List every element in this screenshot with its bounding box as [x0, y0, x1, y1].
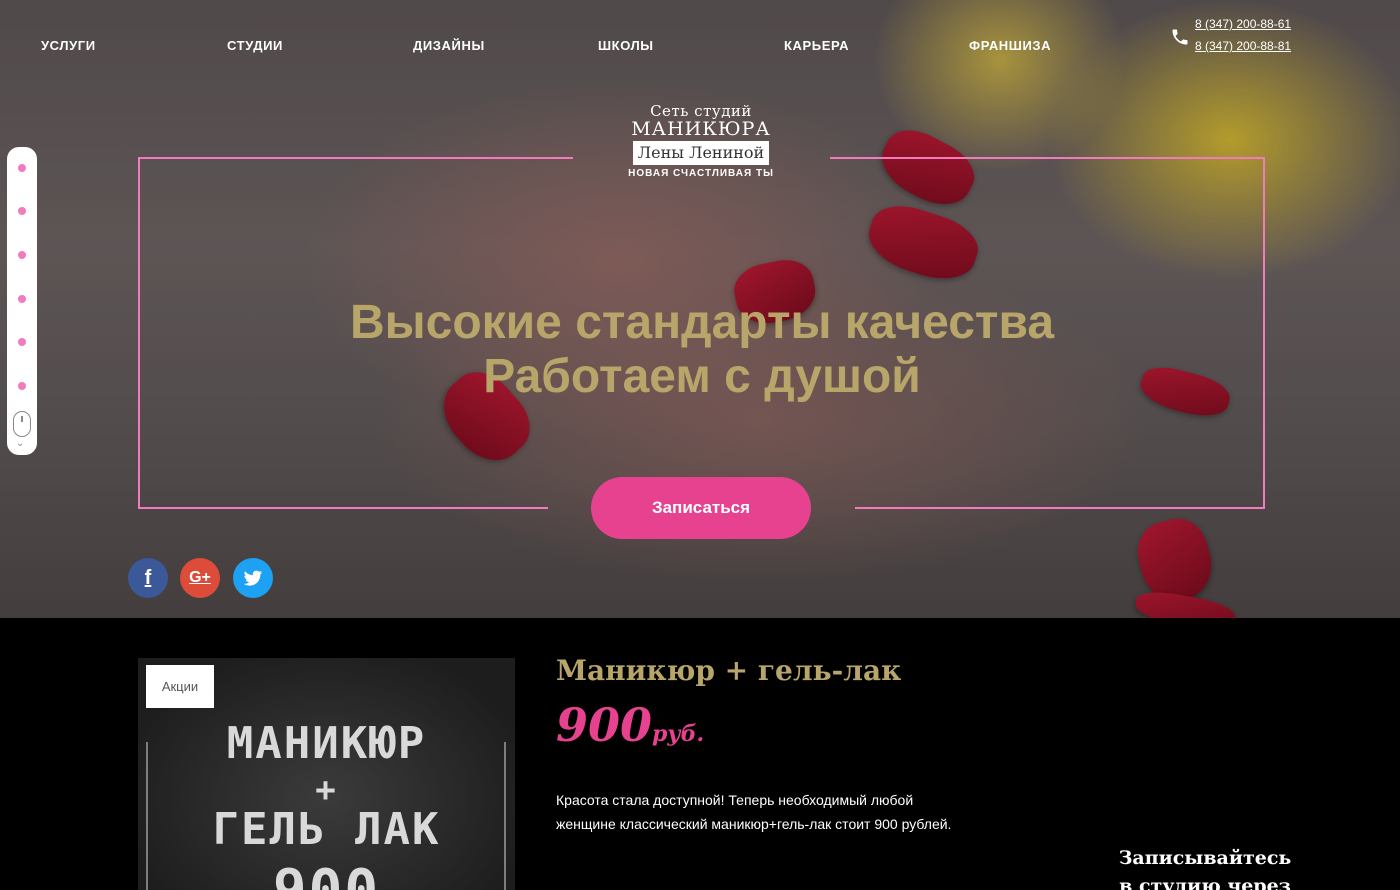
hero-headline-line2: Работаем с душой: [483, 350, 921, 403]
main-nav: УСЛУГИ СТУДИИ ДИЗАЙНЫ ШКОЛЫ КАРЬЕРА ФРАН…: [0, 38, 1100, 62]
section-scroll-nav: ⌄: [7, 147, 37, 455]
logo-line2: МАНИКЮРА: [631, 118, 771, 140]
section-dot-2[interactable]: [18, 207, 26, 215]
side-cta: Записывайтесь в студию через: [1100, 844, 1310, 890]
twitter-icon[interactable]: [233, 558, 273, 598]
promo-price: 900руб.: [556, 698, 704, 752]
google-plus-icon[interactable]: G+: [180, 558, 220, 598]
nav-item-studios[interactable]: СТУДИИ: [227, 38, 283, 53]
logo-line1: Сеть студий: [650, 102, 752, 120]
nav-item-franchise[interactable]: ФРАНШИЗА: [969, 38, 1051, 53]
section-dot-5[interactable]: [18, 338, 26, 346]
logo[interactable]: Сеть студий МАНИКЮРА Лены Лениной НОВАЯ …: [572, 103, 830, 179]
nav-item-designs[interactable]: ДИЗАЙНЫ: [413, 38, 485, 53]
promo-image-text-1: МАНИКЮР: [226, 718, 427, 769]
section-dot-3[interactable]: [18, 251, 26, 259]
promo-title: Маникюр + гель-лак: [556, 654, 902, 687]
hero-headline-line1: Высокие стандарты качества: [349, 296, 1055, 349]
frame-bottom-right: [855, 507, 1265, 509]
frame-bottom-left: [138, 507, 548, 509]
hero-headline: Высокие стандарты качества Работаем с ду…: [140, 296, 1264, 404]
logo-line3: Лены Лениной: [632, 141, 770, 165]
book-button[interactable]: Записаться: [591, 477, 811, 539]
frame-top-left: [138, 157, 573, 159]
promo-image-text-4: 900: [138, 858, 515, 890]
side-cta-line1: Записывайтесь: [1118, 847, 1292, 869]
price-value: 900: [556, 698, 653, 752]
promo-description: Красота стала доступной! Теперь необходи…: [556, 792, 952, 832]
nav-item-career[interactable]: КАРЬЕРА: [784, 38, 849, 53]
hero-section: УСЛУГИ СТУДИИ ДИЗАЙНЫ ШКОЛЫ КАРЬЕРА ФРАН…: [0, 0, 1400, 618]
nav-item-services[interactable]: УСЛУГИ: [41, 38, 96, 53]
section-dot-4[interactable]: [18, 295, 26, 303]
facebook-icon[interactable]: f: [128, 558, 168, 598]
scroll-mouse-icon[interactable]: [13, 411, 31, 437]
twitter-bird-icon: [243, 570, 263, 586]
frame-top-right: [830, 157, 1265, 159]
nav-item-schools[interactable]: ШКОЛЫ: [598, 38, 654, 53]
section-dot-6[interactable]: [18, 382, 26, 390]
chevron-down-icon: ⌄: [16, 438, 25, 449]
promo-badge[interactable]: Акции: [146, 665, 214, 708]
phone-icon: [1172, 29, 1188, 45]
phone-number-2[interactable]: 8 (347) 200-88-81: [1195, 39, 1291, 53]
section-dot-1[interactable]: [18, 164, 26, 172]
logo-tagline: НОВАЯ СЧАСТЛИВАЯ ТЫ: [628, 168, 774, 179]
price-currency: руб.: [652, 721, 705, 747]
promo-image-text-3: ГЕЛЬ ЛАК: [212, 804, 441, 855]
side-cta-line2: в студию через: [1119, 875, 1291, 890]
phone-number-1[interactable]: 8 (347) 200-88-61: [1195, 17, 1291, 31]
